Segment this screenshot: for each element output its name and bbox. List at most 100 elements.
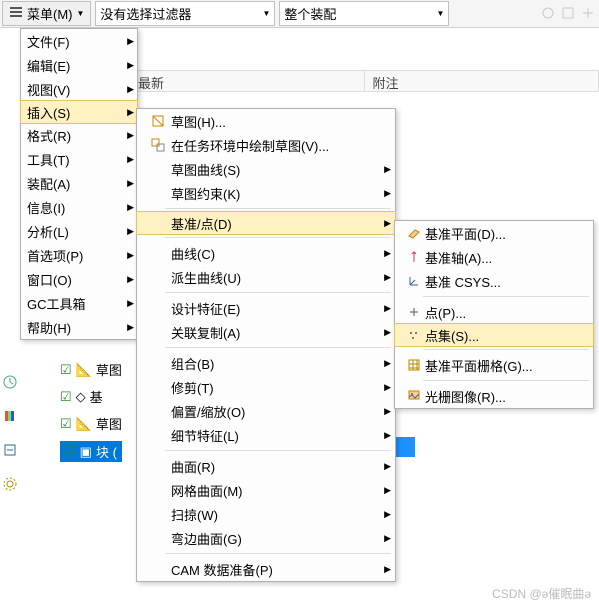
chevron-right-icon: ▶ — [384, 533, 391, 544]
menu-item[interactable]: 草图(H)... — [137, 109, 395, 133]
menu-item[interactable]: 分析(L)▶ — [21, 219, 137, 243]
menu-item-label: 基准轴(A)... — [425, 248, 492, 267]
chevron-right-icon: ▶ — [127, 130, 134, 141]
menu-item[interactable]: 基准平面(D)... — [395, 221, 593, 245]
tree-item-selected[interactable]: ☑▣块 ( — [60, 441, 122, 462]
menu-item-label: 帮助(H) — [27, 318, 71, 337]
chevron-right-icon: ▶ — [127, 107, 134, 118]
grid-icon — [403, 358, 425, 372]
gear-icon[interactable] — [3, 477, 19, 493]
filter-combo[interactable]: 没有选择过滤器 ▼ — [95, 1, 275, 26]
menu-separator — [423, 296, 589, 297]
chevron-right-icon: ▶ — [127, 274, 134, 285]
raster-icon — [403, 389, 425, 403]
menu-item[interactable]: 光栅图像(R)... — [395, 384, 593, 408]
menu-item[interactable]: 草图约束(K)▶ — [137, 181, 395, 205]
menu-item[interactable]: 草图曲线(S)▶ — [137, 157, 395, 181]
menu-item[interactable]: CAM 数据准备(P)▶ — [137, 557, 395, 581]
axis-icon — [403, 250, 425, 264]
chevron-right-icon: ▶ — [384, 564, 391, 575]
filter-value: 没有选择过滤器 — [100, 4, 191, 23]
menu-item[interactable]: GC工具箱▶ — [21, 291, 137, 315]
menu-item[interactable]: 点(P)... — [395, 300, 593, 324]
chevron-right-icon: ▶ — [127, 36, 134, 47]
menu-item[interactable]: 视图(V)▶ — [21, 77, 137, 101]
menu-item[interactable]: 派生曲线(U)▶ — [137, 265, 395, 289]
menu-item[interactable]: 首选项(P) ▶ — [21, 243, 137, 267]
nav-icon[interactable] — [3, 443, 19, 459]
main-menu-popup: 文件(F)▶编辑(E)▶视图(V)▶插入(S)▶ 格式(R) ▶ 工具(T)▶装配(A… — [20, 28, 138, 340]
palette-icon[interactable] — [3, 409, 19, 425]
menu-item[interactable]: 网格曲面(M)▶ — [137, 478, 395, 502]
menu-separator — [165, 553, 391, 554]
menu-item[interactable]: 文件(F)▶ — [21, 29, 137, 53]
menu-item[interactable]: 插入(S)▶ — [20, 100, 138, 124]
chevron-right-icon: ▶ — [384, 509, 391, 520]
menu-item-label: 基准/点(D) — [171, 214, 232, 233]
menu-item-label: 弯边曲面(G) — [171, 529, 242, 548]
menu-item[interactable]: 组合(B)▶ — [137, 351, 395, 375]
menu-item[interactable]: 装配(A)▶ — [21, 171, 137, 195]
menu-item[interactable]: 偏置/缩放(O)▶ — [137, 399, 395, 423]
chevron-right-icon: ▶ — [127, 250, 134, 261]
sketch-icon: 📐 — [76, 362, 92, 378]
tree-label: 草图 — [96, 360, 122, 379]
menu-item[interactable]: 曲线(C)▶ — [137, 241, 395, 265]
col-notes[interactable]: 附注 — [365, 71, 599, 91]
tool-icon-1[interactable] — [541, 6, 557, 22]
sketch-icon: 📐 — [76, 416, 92, 432]
menu-item[interactable]: 点集(S)... — [394, 323, 594, 347]
menu-item[interactable]: 曲面(R)▶ — [137, 454, 395, 478]
chevron-right-icon: ▶ — [127, 322, 134, 333]
menu-item-label: 在任务环境中绘制草图(V)... — [171, 136, 329, 155]
menu-item-label: 网格曲面(M) — [171, 481, 243, 500]
main-menu-button[interactable]: 菜单(M) ▼ — [2, 1, 91, 26]
tree-item[interactable]: ☑◇基 — [60, 387, 122, 406]
menu-item[interactable]: 编辑(E)▶ — [21, 53, 137, 77]
menu-item[interactable]: 基准轴(A)... — [395, 245, 593, 269]
menu-item[interactable]: 基准 CSYS... — [395, 269, 593, 293]
tree-item[interactable]: ☑📐草图 — [60, 360, 122, 379]
menu-item[interactable]: 帮助(H) ▶ — [21, 315, 137, 339]
clock-icon[interactable] — [3, 375, 19, 391]
menu-icon — [9, 5, 23, 22]
menu-item[interactable]: 关联复制(A)▶ — [137, 320, 395, 344]
table-header: 最新 附注 — [130, 70, 599, 92]
menu-item[interactable]: 基准平面栅格(G)... — [395, 353, 593, 377]
chevron-right-icon: ▶ — [384, 303, 391, 314]
menu-item[interactable]: 格式(R) ▶ — [21, 123, 137, 147]
tool-icon-2[interactable] — [561, 6, 577, 22]
assembly-combo[interactable]: 整个装配 ▼ — [279, 1, 449, 26]
menu-separator — [165, 450, 391, 451]
menu-item-label: 信息(I) — [27, 198, 65, 217]
menu-item[interactable]: 修剪(T)▶ — [137, 375, 395, 399]
chevron-right-icon: ▶ — [384, 218, 391, 229]
chevron-right-icon: ▶ — [127, 226, 134, 237]
menu-item[interactable]: 工具(T)▶ — [21, 147, 137, 171]
chevron-right-icon: ▶ — [384, 358, 391, 369]
col-latest[interactable]: 最新 — [130, 71, 365, 91]
menu-item[interactable]: 扫掠(W) ▶ — [137, 502, 395, 526]
menu-item-label: 格式(R) — [27, 126, 71, 145]
tool-icon-3[interactable] — [581, 6, 597, 22]
menu-separator — [165, 292, 391, 293]
menu-item[interactable]: 窗口(O)▶ — [21, 267, 137, 291]
watermark: CSDN @ə催眠曲ə — [492, 585, 591, 602]
pointset-icon — [403, 328, 425, 342]
menu-item[interactable]: 信息(I)▶ — [21, 195, 137, 219]
chevron-right-icon: ▶ — [384, 272, 391, 283]
menu-item-label: 扫掠(W) — [171, 505, 218, 524]
menu-item[interactable]: 设计特征(E)▶ — [137, 296, 395, 320]
menu-item-label: 首选项(P) — [27, 246, 83, 265]
menu-item-label: 光栅图像(R)... — [425, 387, 506, 406]
check-icon: ☑ — [60, 416, 72, 432]
menu-item[interactable]: 细节特征(L)▶ — [137, 423, 395, 447]
insert-submenu: 草图(H)... 在任务环境中绘制草图(V)... 草图曲线(S)▶草图约束(K)▶… — [136, 108, 396, 582]
menu-separator — [165, 237, 391, 238]
menu-item[interactable]: 在任务环境中绘制草图(V)... — [137, 133, 395, 157]
menu-item[interactable]: 基准/点(D) ▶ — [136, 211, 396, 235]
block-icon: ▣ — [80, 444, 92, 460]
menu-item[interactable]: 弯边曲面(G) ▶ — [137, 526, 395, 550]
tree-item[interactable]: ☑📐草图 — [60, 414, 122, 433]
check-icon: ☑ — [60, 362, 72, 378]
